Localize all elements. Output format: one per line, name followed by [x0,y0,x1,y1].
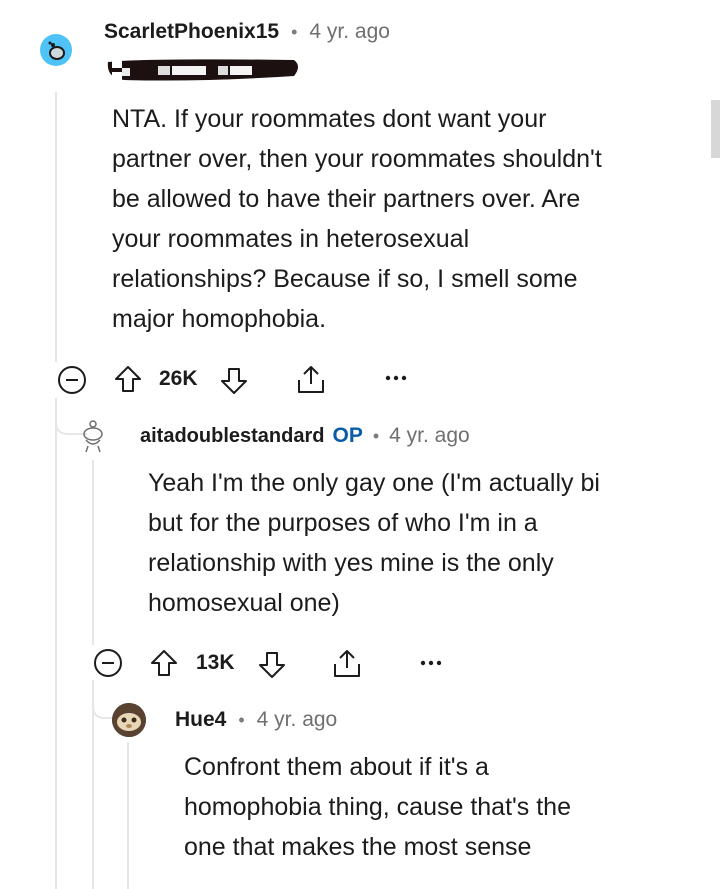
avatar[interactable] [78,418,108,454]
comment-line: relationship with yes mine is the only [148,549,554,577]
thread-line[interactable] [55,398,57,889]
downvote-icon[interactable] [257,650,287,680]
user-photo-icon [112,703,146,737]
username[interactable]: aitadoublestandard [140,425,324,448]
comment-line: one that makes the most sense [184,833,532,861]
comment-line: relationships? Because if so, I smell so… [112,265,578,293]
separator-dot: • [372,425,380,446]
username[interactable]: Hue4 [175,708,226,732]
scrollbar-thumb[interactable] [711,100,720,158]
downvote-icon[interactable] [219,366,249,396]
collapse-icon[interactable] [93,648,123,678]
timestamp: 4 yr. ago [256,708,338,731]
comment-line: be allowed to have their partners over. … [112,185,581,213]
upvote-icon[interactable] [149,648,179,678]
thread-line[interactable] [127,742,129,889]
avatar[interactable] [112,703,146,737]
redacted-flair [104,56,300,86]
separator-dot: • [238,709,245,730]
thread-line[interactable] [92,460,94,645]
comment-line: partner over, then your roommates should… [112,145,602,173]
snoo-avatar-icon [48,41,65,60]
vote-count: 13K [196,651,235,674]
more-options-icon[interactable] [419,657,443,669]
comment-body: NTA. If your roommates dont want your pa… [112,99,692,339]
more-options-icon[interactable] [384,372,408,384]
share-icon[interactable] [330,648,364,680]
thread-line[interactable] [55,92,57,362]
comment-body: Confront them about if it's a homophobia… [184,747,704,867]
comment-body: Yeah I'm the only gay one (I'm actually … [148,463,708,623]
comment-line: your roommates in heterosexual [112,225,470,253]
comment-line: but for the purposes of who I'm in a [148,509,538,537]
timestamp: 4 yr. ago [309,20,390,43]
op-badge: OP [332,424,363,447]
upvote-icon[interactable] [113,364,143,394]
comment-line: major homophobia. [112,305,327,333]
comment-line: Yeah I'm the only gay one (I'm actually … [148,469,600,497]
comment-line: NTA. If your roommates dont want your [112,105,547,133]
comment-meta: Hue4 • 4 yr. ago [175,706,337,734]
collapse-icon[interactable] [57,365,87,395]
comment-line: homophobia thing, cause that's the [184,793,571,821]
comment-meta: ScarletPhoenix15 • 4 yr. ago [104,18,390,46]
timestamp: 4 yr. ago [389,424,470,447]
comment-line: homosexual one) [148,589,340,617]
username[interactable]: ScarletPhoenix15 [104,20,279,44]
avatar[interactable] [40,34,72,66]
vote-count: 26K [159,367,198,390]
comment-meta: aitadoublestandard OP • 4 yr. ago [140,422,470,450]
separator-dot: • [291,21,298,42]
comment-line: Confront them about if it's a [184,753,489,781]
snoo-outline-icon [83,420,103,453]
share-icon[interactable] [294,364,328,396]
